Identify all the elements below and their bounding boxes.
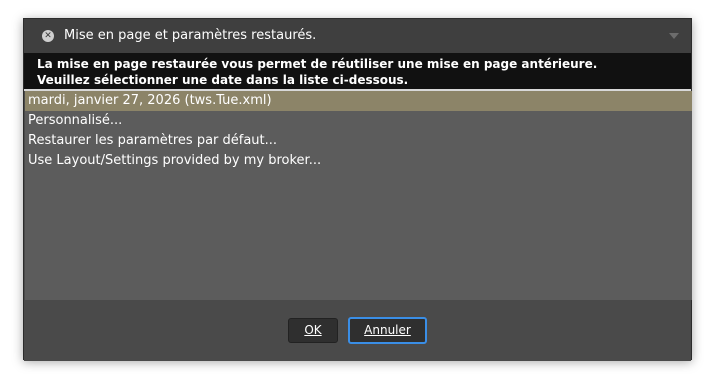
info-message: La mise en page restaurée vous permet de…	[24, 53, 691, 89]
title-bar: ✕ Mise en page et paramètres restaurés.	[24, 19, 691, 53]
button-bar: OK Annuler	[24, 300, 691, 361]
list-item-custom[interactable]: Personnalisé...	[25, 111, 692, 131]
cancel-button[interactable]: Annuler	[348, 317, 427, 344]
info-line-2: Veuillez sélectionner une date dans la l…	[37, 73, 409, 87]
list-item-broker-layout[interactable]: Use Layout/Settings provided by my broke…	[25, 151, 692, 171]
restore-layout-dialog: ✕ Mise en page et paramètres restaurés. …	[23, 18, 692, 361]
close-icon[interactable]: ✕	[42, 30, 54, 42]
ok-button-label: OK	[304, 323, 322, 337]
list-item-saved-layout[interactable]: mardi, janvier 27, 2026 (tws.Tue.xml)	[25, 91, 692, 111]
chevron-down-icon[interactable]	[669, 33, 679, 39]
dialog-title: Mise en page et paramètres restaurés.	[64, 28, 317, 43]
ok-button[interactable]: OK	[288, 318, 338, 343]
cancel-button-label: Annuler	[364, 323, 411, 337]
info-line-1: La mise en page restaurée vous permet de…	[37, 57, 598, 71]
list-item-restore-defaults[interactable]: Restaurer les paramètres par défaut...	[25, 131, 692, 151]
layout-list[interactable]: mardi, janvier 27, 2026 (tws.Tue.xml) Pe…	[25, 91, 692, 300]
